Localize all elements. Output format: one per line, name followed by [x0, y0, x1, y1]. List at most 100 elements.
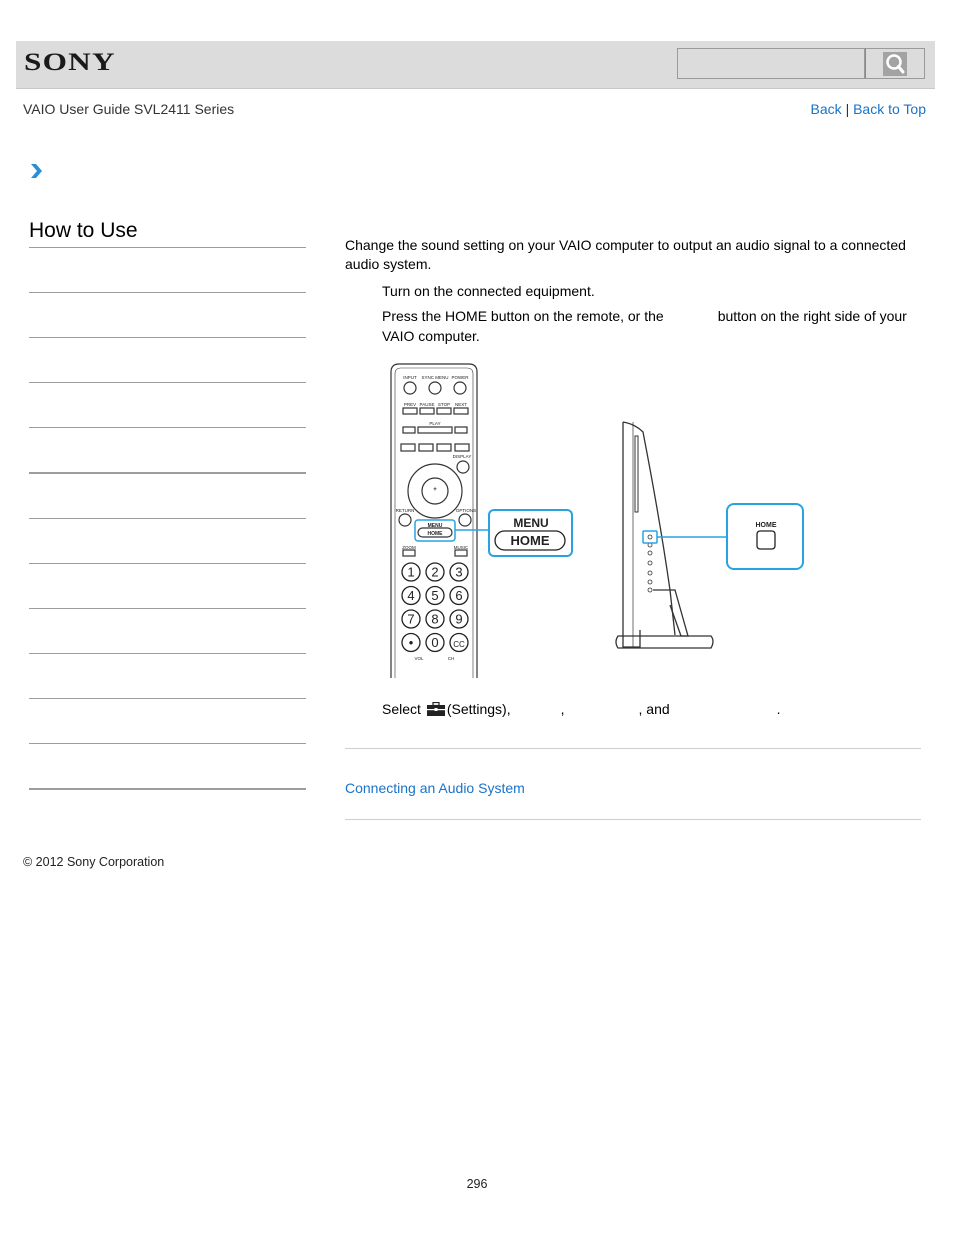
keypad-label: •: [409, 635, 414, 650]
remote-label-music: MUSIC: [454, 545, 469, 550]
sync-menu-button: [428, 381, 442, 395]
search-button[interactable]: [865, 48, 925, 79]
sidebar-divider: [29, 563, 306, 564]
header-bar: SONY: [16, 41, 935, 89]
remote-label-return: RETURN: [396, 508, 415, 513]
next-button: [453, 407, 469, 415]
sidebar-item[interactable]: [29, 384, 306, 427]
copyright: © 2012 Sony Corporation: [23, 855, 165, 869]
sidebar-divider: [29, 653, 306, 654]
sidebar-divider: [29, 518, 306, 519]
power-button: [453, 381, 467, 395]
step-1-text: Turn on the connected equipment.: [382, 283, 595, 299]
callout-menu-label: MENU: [513, 516, 548, 530]
keypad-label: 2: [431, 565, 438, 580]
sidebar-item[interactable]: [29, 745, 306, 788]
pc-home-highlight: [642, 530, 658, 544]
color-button-red: [400, 443, 416, 452]
remote-label-power: POWER: [451, 375, 469, 380]
remote-label-ch: CH: [448, 656, 455, 661]
remote-label-display: DISPLAY: [453, 454, 472, 459]
remote-label-sync-menu: SYNC MENU: [421, 375, 448, 380]
pause-button: [419, 407, 435, 415]
nav-separator: |: [845, 101, 850, 117]
sidebar-item[interactable]: [29, 339, 306, 382]
remote-label-vol: VOL: [414, 656, 424, 661]
keypad-label: 4: [407, 588, 414, 603]
display-button: [456, 460, 470, 474]
vaio-pc-side-view: [615, 421, 714, 649]
guide-title: VAIO User Guide SVL2411 Series: [23, 101, 235, 117]
rewind-button: [402, 426, 416, 434]
sidebar-item[interactable]: [29, 294, 306, 337]
sidebar-item[interactable]: [29, 700, 306, 743]
remote-and-pc-illustration: INPUT SYNC MENU POWER PREV PAUSE STOP NE…: [390, 363, 804, 678]
sidebar-item[interactable]: [29, 429, 306, 472]
keypad-label: 8: [431, 612, 438, 627]
sidebar-title: How to Use: [29, 219, 138, 242]
step-3-period: .: [776, 701, 781, 717]
sidebar-item[interactable]: [29, 655, 306, 698]
remote-label-zoom: ZOOM: [402, 545, 416, 550]
keypad-label: 0: [431, 635, 438, 650]
color-button-green: [418, 443, 434, 452]
page-number: 296: [466, 1177, 488, 1191]
remote-label-prev: PREV: [404, 402, 416, 407]
related-link-connecting-audio-system[interactable]: Connecting an Audio System: [345, 780, 525, 796]
options-button: [458, 513, 472, 527]
step-2-text-before: Press the HOME button on the remote, or …: [382, 308, 664, 324]
sidebar-item[interactable]: [29, 565, 306, 608]
keypad-label: 3: [455, 565, 462, 580]
magnifier-icon: [883, 51, 907, 76]
remote-label-play: PLAY: [429, 421, 440, 426]
prev-button: [402, 407, 418, 415]
ffwd-button: [454, 426, 468, 434]
dpad-enter-symbol: +: [433, 487, 437, 493]
return-button: [398, 513, 412, 527]
sidebar-item[interactable]: [29, 249, 306, 292]
sidebar-divider: [29, 427, 306, 428]
search-input[interactable]: [677, 48, 865, 79]
sidebar-divider: [29, 382, 306, 383]
input-button: [403, 381, 417, 395]
remote-label-pause: PAUSE: [420, 402, 435, 407]
sidebar-divider: [29, 788, 306, 790]
sidebar-item[interactable]: [29, 475, 306, 518]
remote-label-stop: STOP: [438, 402, 450, 407]
remote-label-input: INPUT: [403, 375, 417, 380]
step-3-comma1: ,: [560, 701, 565, 717]
sidebar-item[interactable]: [29, 520, 306, 563]
sidebar-divider: [29, 247, 306, 248]
keypad-label: 7: [407, 612, 414, 627]
keypad-label: 9: [455, 612, 462, 627]
sidebar-divider: [29, 698, 306, 699]
music-button: [454, 549, 468, 557]
sidebar-divider: [29, 337, 306, 338]
sidebar-divider: [29, 472, 306, 474]
step-3-settings: (Settings),: [446, 701, 511, 717]
step-2: Press the HOME button on the remote, or …: [382, 306, 927, 346]
keypad-label: 6: [455, 588, 462, 603]
breadcrumb-chevron-right-icon[interactable]: [29, 163, 43, 179]
sidebar-divider: [29, 292, 306, 293]
back-link[interactable]: Back: [811, 101, 842, 117]
remote-label-next: NEXT: [455, 402, 467, 407]
back-to-top-link[interactable]: Back to Top: [853, 101, 926, 117]
remote-label-menu: MENU: [428, 523, 443, 529]
sidebar-item[interactable]: [29, 610, 306, 653]
sony-logo: SONY: [24, 49, 116, 76]
color-button-yellow: [436, 443, 452, 452]
numeric-keypad: 1 2 3 4 5 6 7 8 9 • 0 CC: [401, 562, 469, 653]
step-3-comma-and: , and: [638, 701, 670, 717]
sidebar-divider: [29, 743, 306, 744]
play-button: [417, 426, 453, 434]
keypad-label: 5: [431, 588, 438, 603]
remote-label-options: OPTIONS: [456, 508, 476, 513]
remote-label-home: HOME: [428, 531, 444, 537]
step-1: Turn on the connected equipment.: [382, 281, 927, 301]
keypad-label: 1: [407, 565, 414, 580]
keypad-label: CC: [453, 640, 465, 649]
stop-button: [436, 407, 452, 415]
callout-home-label: HOME: [511, 533, 550, 548]
divider-bottom: [345, 819, 921, 820]
